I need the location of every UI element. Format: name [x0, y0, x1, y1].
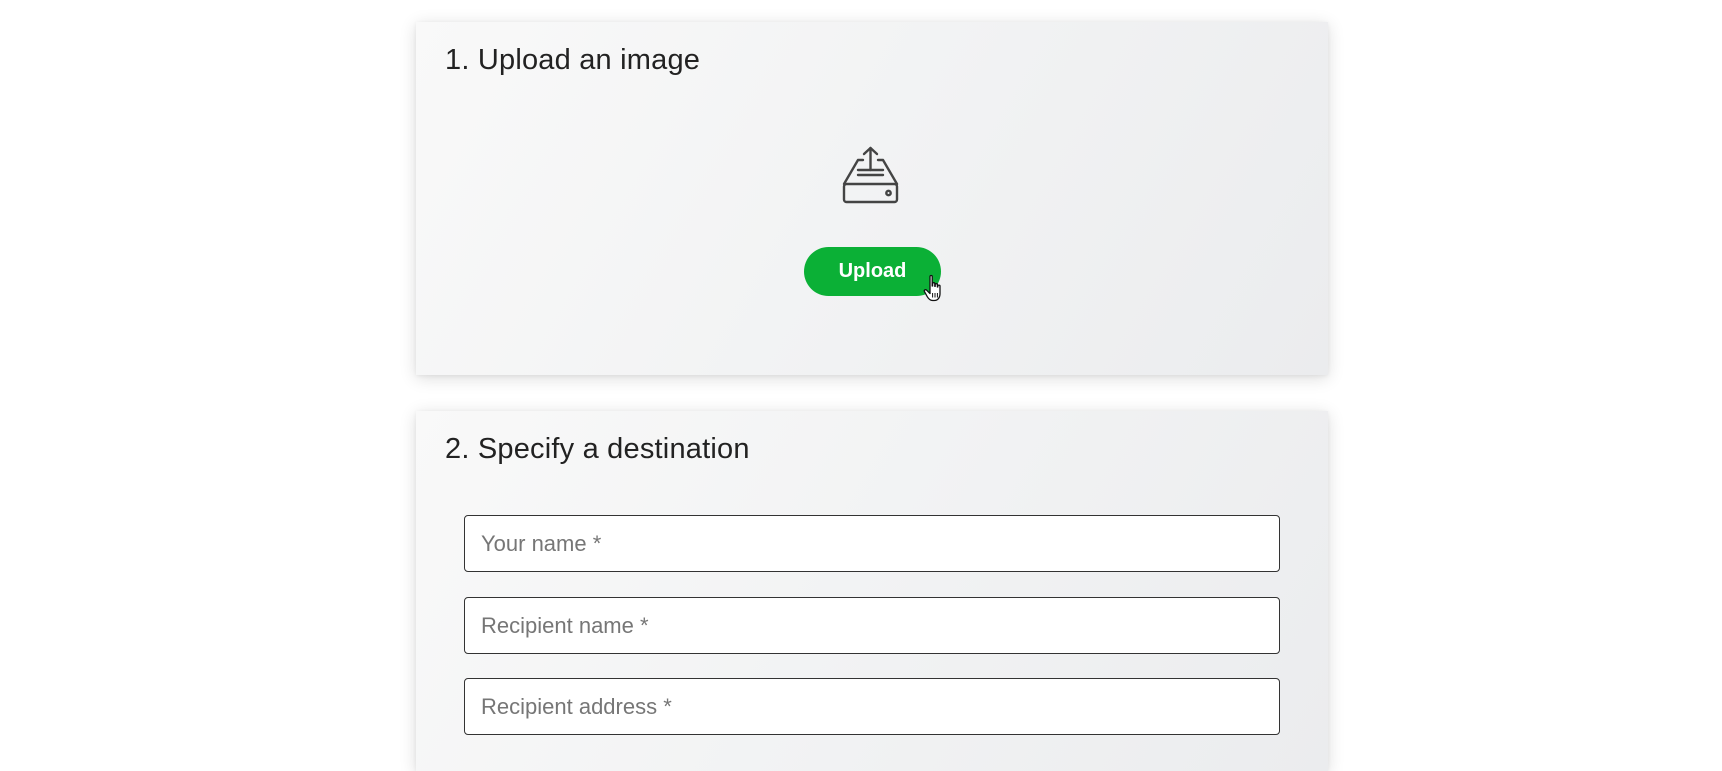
destination-section-title: 2. Specify a destination: [445, 433, 750, 465]
hand-pointer-icon: [922, 274, 946, 304]
upload-section-title: 1. Upload an image: [445, 44, 701, 76]
recipient-name-field[interactable]: [464, 597, 1280, 654]
recipient-address-field[interactable]: [464, 678, 1280, 735]
upload-section: 1. Upload an image Upload: [416, 22, 1328, 375]
upload-button[interactable]: Upload: [804, 247, 941, 296]
your-name-field[interactable]: [464, 515, 1280, 572]
inbox-upload-icon: [842, 146, 899, 204]
destination-section: 2. Specify a destination: [416, 411, 1328, 771]
